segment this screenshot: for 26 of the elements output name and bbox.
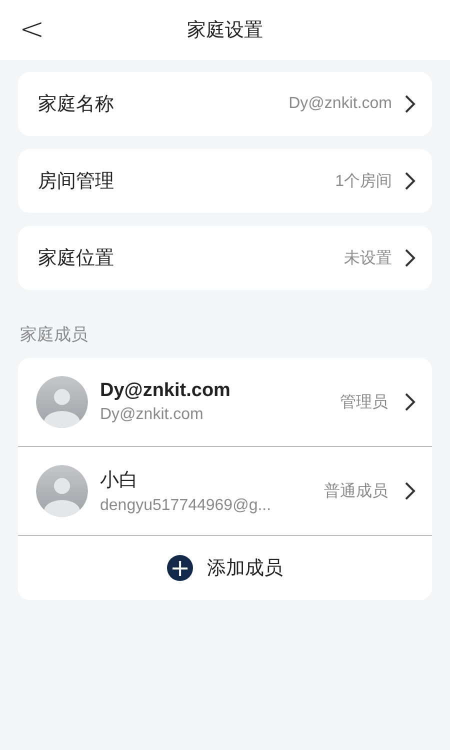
chevron-right-icon [404, 171, 416, 191]
chevron-right-icon [404, 392, 416, 412]
setting-label: 房间管理 [38, 170, 115, 194]
chevron-right-icon [404, 481, 416, 501]
member-account: Dy@znkit.com [100, 406, 204, 424]
page-title: 家庭设置 [187, 19, 263, 43]
chevron-right-icon [404, 94, 416, 114]
avatar-icon [36, 376, 88, 428]
settings-row[interactable]: 家庭名称 Dy@znkit.com [18, 72, 432, 136]
back-button[interactable]: < [14, 12, 50, 48]
setting-label: 家庭位置 [38, 247, 115, 271]
settings-row[interactable]: 家庭位置 未设置 [18, 226, 432, 290]
setting-value: Dy@znkit.com [288, 95, 392, 113]
member-row[interactable]: Dy@znkit.com Dy@znkit.com 管理员 [18, 358, 432, 447]
member-role: 普通成员 [324, 481, 388, 502]
member-account: dengyu517744969@g... [100, 497, 272, 515]
avatar-icon [36, 465, 88, 517]
member-name: Dy@znkit.com [100, 380, 232, 402]
settings-row[interactable]: 房间管理 1个房间 [18, 149, 432, 213]
member-role: 管理员 [340, 392, 388, 412]
member-name: 小白 [100, 469, 139, 493]
section-title: 家庭成员 [20, 324, 89, 346]
setting-label: 家庭名称 [38, 93, 115, 117]
setting-value: 1个房间 [335, 172, 392, 192]
setting-value: 未设置 [344, 248, 392, 268]
chevron-right-icon [404, 248, 416, 268]
